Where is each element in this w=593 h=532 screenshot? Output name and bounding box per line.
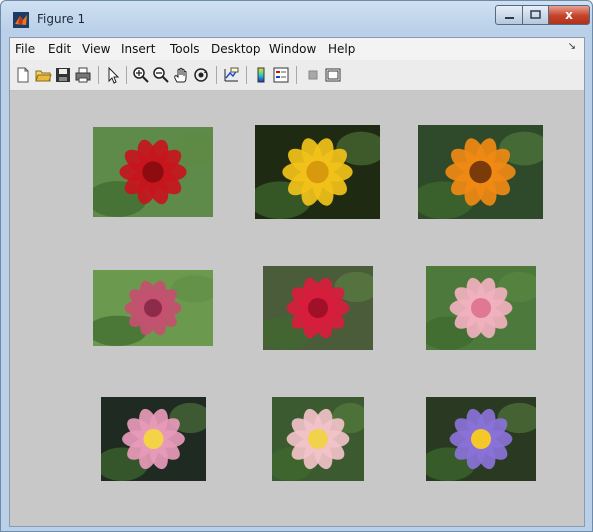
figure-canvas[interactable] [10, 91, 584, 526]
colorbar-icon[interactable] [252, 66, 270, 84]
pan-hand-icon[interactable] [172, 66, 190, 84]
close-icon: x [565, 8, 573, 22]
pointer-icon[interactable] [104, 66, 122, 84]
minimize-icon [505, 17, 514, 19]
menu-desktop[interactable]: Desktop [211, 42, 261, 56]
flower-image-2 [255, 125, 380, 219]
menu-insert[interactable]: Insert [121, 42, 155, 56]
new-figure-icon[interactable] [14, 66, 32, 84]
rotate-3d-icon[interactable] [192, 66, 210, 84]
maximize-button[interactable] [522, 5, 549, 25]
data-cursor-icon[interactable] [222, 66, 240, 84]
menu-view[interactable]: View [82, 42, 110, 56]
menu-window[interactable]: Window [269, 42, 316, 56]
flower-image-7 [101, 397, 206, 481]
flower-image-6 [426, 266, 536, 350]
toolbar-dock-arrow-icon[interactable]: ↘ [568, 41, 576, 52]
toolbar-separator [246, 66, 247, 84]
matlab-logo-icon [13, 12, 29, 28]
close-button[interactable]: x [548, 5, 590, 25]
save-icon[interactable] [54, 66, 72, 84]
menu-tools[interactable]: Tools [170, 42, 200, 56]
toolbar-separator [126, 66, 127, 84]
flower-image-9 [426, 397, 536, 481]
toolbar-separator [98, 66, 99, 84]
menu-edit[interactable]: Edit [48, 42, 71, 56]
hide-plot-tools-icon[interactable] [304, 66, 322, 84]
figure-window: Figure 1 x File Edit View Insert Tools D… [0, 0, 593, 532]
flower-image-1 [93, 127, 213, 217]
figure-client: File Edit View Insert Tools Desktop Wind… [9, 37, 585, 527]
open-file-icon[interactable] [34, 66, 52, 84]
menu-file[interactable]: File [15, 42, 35, 56]
flower-image-5 [263, 266, 373, 350]
menu-bar: File Edit View Insert Tools Desktop Wind… [10, 38, 584, 60]
title-bar[interactable]: Figure 1 x [1, 1, 592, 37]
zoom-in-icon[interactable] [132, 66, 150, 84]
minimize-button[interactable] [495, 5, 523, 25]
flower-image-8 [272, 397, 364, 481]
toolbar [10, 60, 584, 91]
zoom-out-icon[interactable] [152, 66, 170, 84]
toolbar-separator [216, 66, 217, 84]
toolbar-separator [296, 66, 297, 84]
window-title: Figure 1 [37, 12, 86, 26]
flower-image-4 [93, 270, 213, 346]
flower-image-3 [418, 125, 543, 219]
legend-icon[interactable] [272, 66, 290, 84]
menu-help[interactable]: Help [328, 42, 355, 56]
show-plot-tools-icon[interactable] [324, 66, 342, 84]
maximize-icon [530, 10, 541, 19]
print-icon[interactable] [74, 66, 92, 84]
